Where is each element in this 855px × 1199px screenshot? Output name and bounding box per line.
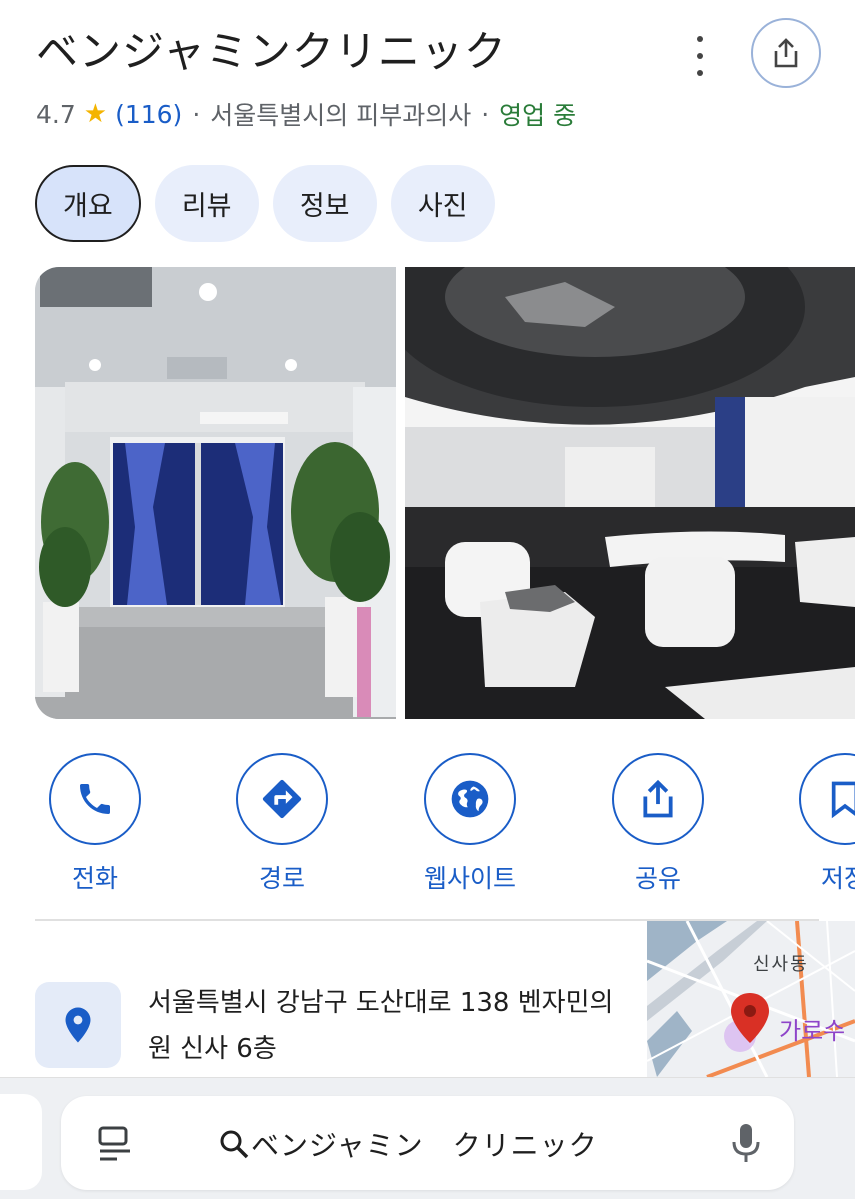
star-icon: ★ — [83, 99, 108, 129]
map-street-label: 가로수 — [779, 1017, 846, 1045]
search-icon — [220, 1130, 249, 1159]
call-action[interactable]: 전화 — [48, 753, 142, 895]
lounge-image — [405, 267, 855, 719]
call-button[interactable] — [49, 753, 141, 845]
place-category: 서울특별시의 피부과의사 — [210, 101, 472, 130]
directions-icon — [262, 779, 302, 819]
tab-bar: 개요 리뷰 정보 사진 — [35, 165, 495, 242]
website-label: 웹사이트 — [423, 864, 516, 893]
address-text[interactable]: 서울특별시 강남구 도산대로 138 벤자민의원 신사 6층 — [148, 980, 618, 1072]
share-label: 공유 — [634, 864, 681, 893]
share-action-button[interactable] — [612, 753, 704, 845]
more-options-icon[interactable] — [688, 36, 712, 76]
search-query[interactable]: ベンジャミン クリニック — [251, 1124, 598, 1164]
bottom-bar: ベンジャミン クリニック — [0, 1077, 855, 1199]
share-action[interactable]: 공유 — [611, 753, 705, 895]
share-icon — [774, 38, 798, 68]
place-title: ベンジャミンクリニック — [36, 27, 507, 76]
share-button[interactable] — [751, 18, 821, 88]
search-bar[interactable]: ベンジャミン クリニック — [61, 1096, 794, 1190]
separator: · — [192, 99, 201, 129]
review-count-link[interactable]: (116) — [115, 100, 182, 129]
tab-overview[interactable]: 개요 — [35, 165, 141, 242]
location-pin-icon — [65, 1007, 91, 1043]
call-label: 전화 — [71, 864, 118, 893]
phone-icon — [80, 784, 110, 814]
share-icon — [643, 779, 673, 818]
microphone-icon[interactable] — [731, 1122, 761, 1164]
photo-entrance[interactable] — [35, 267, 396, 719]
tab-photos[interactable]: 사진 — [390, 165, 495, 242]
globe-icon — [451, 780, 489, 818]
directions-action[interactable]: 경로 — [235, 753, 329, 895]
map-thumbnail[interactable]: 신사동 가로수 — [647, 921, 855, 1077]
map-district-label: 신사동 — [753, 954, 809, 975]
bottom-left-card[interactable] — [0, 1094, 42, 1190]
save-button[interactable] — [799, 753, 855, 845]
photo-lounge[interactable] — [405, 267, 855, 719]
website-action[interactable]: 웹사이트 — [423, 753, 517, 895]
location-pin-box — [35, 982, 121, 1068]
directions-button[interactable] — [236, 753, 328, 845]
website-button[interactable] — [424, 753, 516, 845]
directions-label: 경로 — [258, 864, 305, 893]
entrance-image — [35, 267, 396, 719]
tab-reviews[interactable]: 리뷰 — [154, 165, 259, 242]
bookmark-icon — [831, 781, 855, 819]
open-status: 영업 중 — [499, 101, 577, 130]
list-icon[interactable] — [95, 1124, 135, 1164]
tab-info[interactable]: 정보 — [272, 165, 377, 242]
rating-value: 4.7 — [36, 99, 76, 129]
place-meta: 4.7 ★ (116) · 서울특별시의 피부과의사 · 영업 중 — [36, 96, 576, 132]
save-label: 저장 — [821, 864, 855, 893]
save-action[interactable]: 저장 — [799, 753, 855, 895]
map-image — [647, 921, 855, 1077]
separator: · — [481, 99, 490, 129]
